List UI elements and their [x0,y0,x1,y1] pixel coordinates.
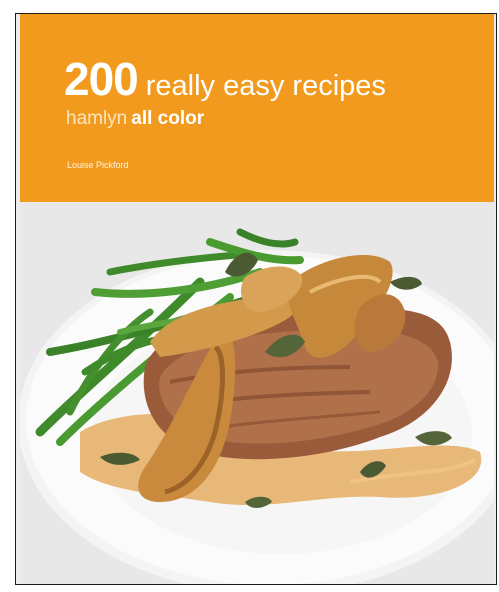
title-number: 200 [64,53,139,105]
series-name: all color [131,108,205,129]
publisher-brand: hamlyn [66,108,128,129]
food-photo [20,202,494,584]
book-title: 200 really easy recipes [64,52,386,106]
series-line: hamlyn all color [66,108,204,130]
book-cover: 200 really easy recipes hamlyn all color L… [15,13,497,585]
author-name: Louise Pickford [67,160,129,170]
title-text: really easy recipes [145,70,386,102]
title-banner: 200 really easy recipes hamlyn all color L… [20,14,494,202]
